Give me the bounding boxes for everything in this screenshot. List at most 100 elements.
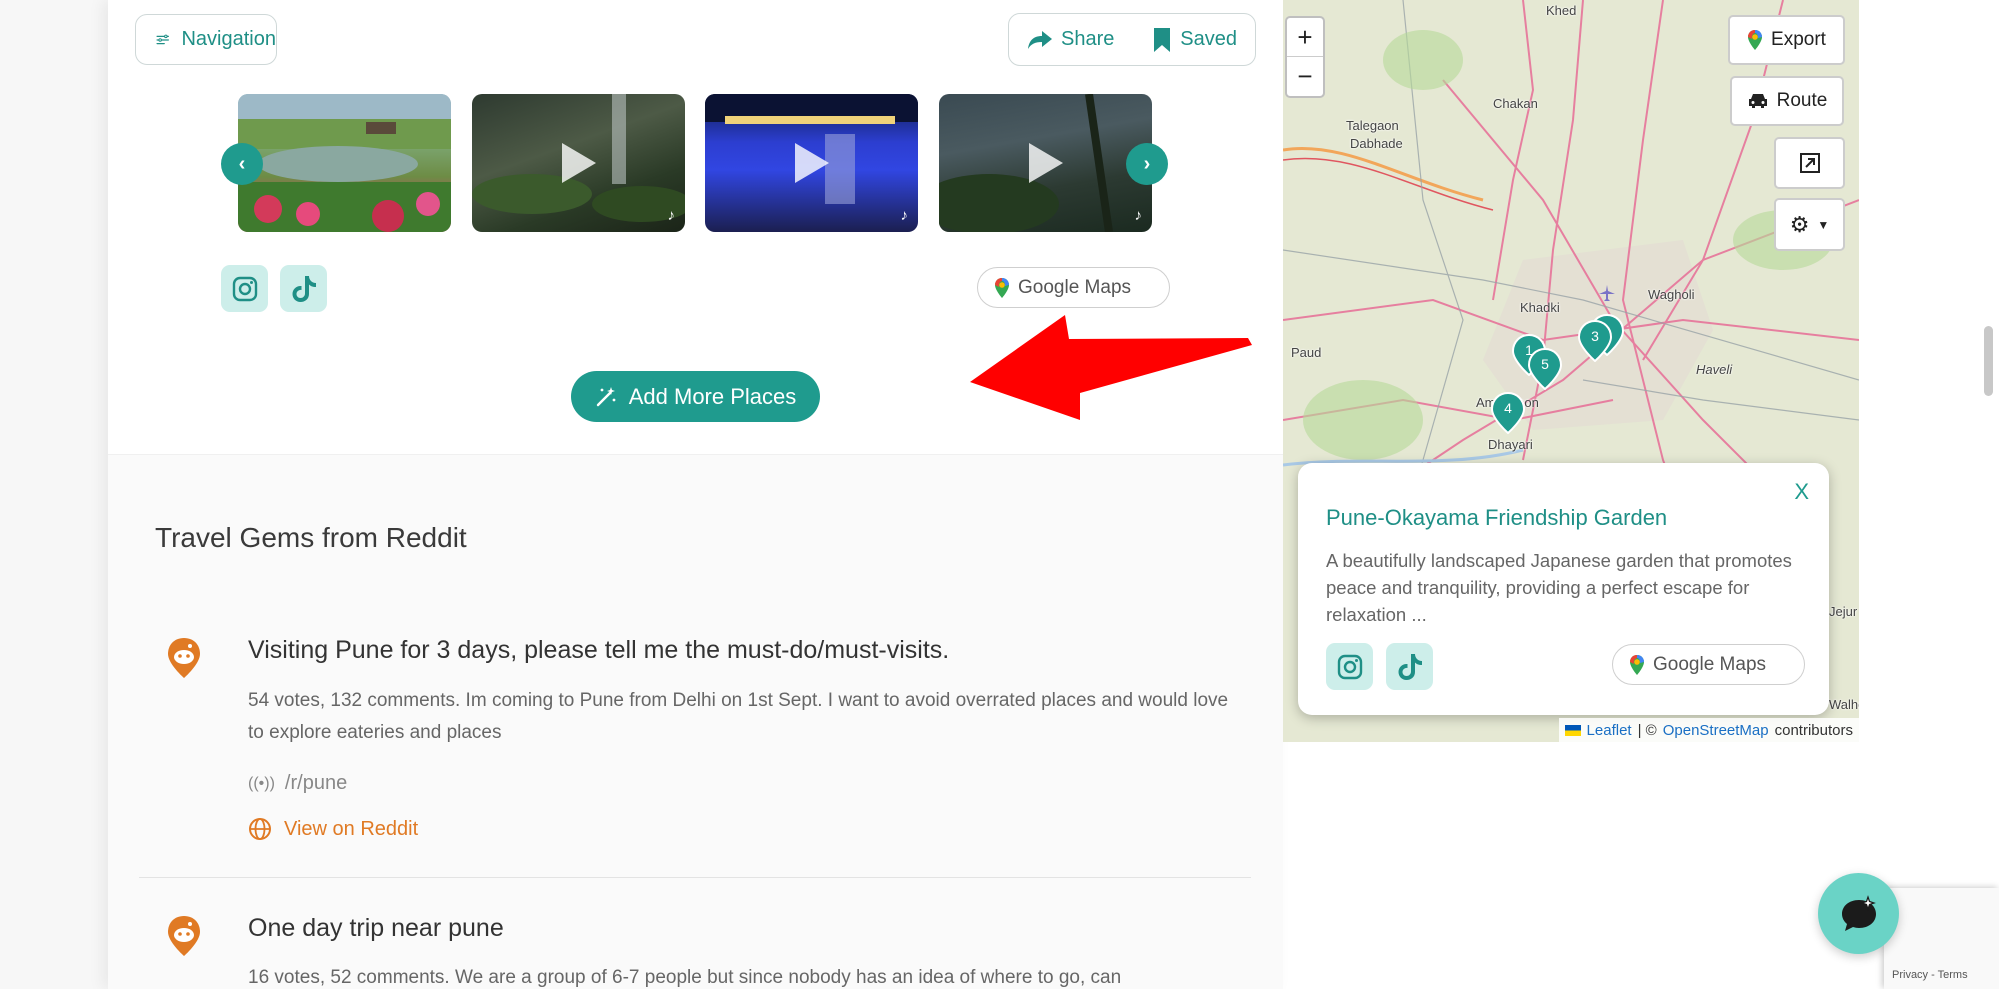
garden-photo: [238, 94, 451, 232]
map-settings-button[interactable]: ⚙ ▼: [1774, 198, 1845, 251]
export-label: Export: [1771, 29, 1826, 50]
google-maps-button[interactable]: Google Maps: [1612, 644, 1805, 685]
caret-down-icon: ▼: [1817, 217, 1830, 232]
reddit-post-body: 16 votes, 52 comments. We are a group of…: [248, 967, 1122, 988]
google-maps-label: Google Maps: [1653, 653, 1767, 675]
openstreetmap-link[interactable]: OpenStreetMap: [1663, 722, 1769, 739]
map-label-chakan: Chakan: [1493, 96, 1538, 111]
popup-description: A beautifully landscaped Japanese garden…: [1326, 550, 1792, 625]
leaflet-link[interactable]: Leaflet: [1587, 722, 1632, 739]
map-label-dabhade: Dabhade: [1350, 136, 1403, 151]
add-more-places-button[interactable]: Add More Places: [571, 371, 820, 422]
map-marker-label: 5: [1541, 356, 1549, 372]
chat-assistant-button[interactable]: [1818, 873, 1899, 954]
reddit-post-title[interactable]: Visiting Pune for 3 days, please tell me…: [248, 636, 949, 665]
google-maps-pin-icon: [1748, 30, 1763, 50]
reddit-post-body: 54 votes, 132 comments. Im coming to Pun…: [248, 690, 1229, 743]
map-label-walhe: Walhe: [1829, 697, 1859, 712]
map-marker-5[interactable]: 5: [1527, 347, 1563, 391]
carousel-image-1[interactable]: [238, 94, 451, 232]
chevron-left-icon: ‹: [238, 152, 246, 175]
recaptcha-terms[interactable]: Privacy - Terms: [1892, 969, 1968, 981]
menu-lines-icon: [156, 34, 170, 44]
map-marker-label: 4: [1504, 400, 1512, 416]
route-button[interactable]: Route: [1730, 76, 1844, 126]
carousel-video-4[interactable]: ♪: [939, 94, 1152, 232]
carousel-prev-button[interactable]: ‹: [221, 143, 263, 185]
instagram-button[interactable]: [221, 265, 268, 312]
map-label-dhayari: Dhayari: [1488, 437, 1533, 452]
zoom-in-button[interactable]: +: [1287, 18, 1323, 57]
share-label: Share: [1061, 28, 1115, 50]
map-marker-label: 3: [1591, 328, 1599, 344]
reddit-icon: [168, 916, 200, 956]
view-on-reddit-link[interactable]: View on Reddit: [248, 817, 418, 841]
recaptcha-badge[interactable]: Privacy - Terms: [1884, 888, 1999, 989]
tiktok-icon: ♪: [1134, 207, 1143, 224]
instagram-button[interactable]: [1326, 643, 1373, 690]
share-button[interactable]: Share: [1027, 28, 1114, 51]
gear-icon: ⚙: [1789, 211, 1810, 237]
map-label-khed: Khed: [1546, 3, 1577, 18]
map-label-jejur: Jejur: [1829, 604, 1858, 619]
carousel-next-button[interactable]: ›: [1126, 143, 1168, 185]
navigation-button[interactable]: Navigation: [135, 14, 277, 65]
map-panel[interactable]: Khed Chakan Talegaon Dabhade Paud Khadki…: [1283, 0, 1859, 742]
reddit-icon: [168, 638, 200, 678]
attribution-separator: | ©: [1637, 721, 1657, 739]
google-maps-pin-icon: [995, 277, 1009, 298]
saved-button[interactable]: Saved: [1152, 27, 1237, 53]
carousel-video-3[interactable]: ♪: [705, 94, 918, 232]
map-marker-4[interactable]: 4: [1490, 391, 1526, 435]
page-scrollbar-thumb[interactable]: [1984, 326, 1993, 396]
play-icon: [794, 143, 829, 183]
share-saved-group: Share Saved: [1008, 13, 1256, 66]
view-on-reddit-label: View on Reddit: [284, 817, 419, 840]
map-marker-3[interactable]: 3: [1577, 319, 1613, 363]
main-content: Navigation Share Saved ♪ ♪ ♪ ‹ › Google …: [108, 0, 1283, 989]
ukraine-flag-icon: [1564, 724, 1581, 736]
chat-sparkle-icon: [1841, 894, 1876, 931]
subreddit-name: /r/pune: [284, 772, 348, 794]
map-label-khadki: Khadki: [1520, 300, 1560, 315]
page-left-gutter: [0, 0, 108, 989]
carousel-video-2[interactable]: ♪: [472, 94, 685, 232]
airport-icon: [1599, 285, 1615, 301]
instagram-icon: [1337, 654, 1362, 679]
reddit-post-title[interactable]: One day trip near pune: [248, 914, 504, 943]
globe-icon: [249, 818, 271, 840]
zoom-out-button[interactable]: −: [1287, 57, 1323, 96]
google-maps-pin-icon: [1630, 654, 1644, 675]
saved-label: Saved: [1180, 28, 1237, 50]
tiktok-icon: [292, 275, 316, 302]
tiktok-button[interactable]: [280, 265, 327, 312]
reddit-section-title: Travel Gems from Reddit: [155, 522, 467, 553]
attribution-contributors: contributors: [1774, 721, 1853, 739]
post-divider: [139, 877, 1251, 878]
popup-close-button[interactable]: X: [1794, 479, 1809, 505]
google-maps-button[interactable]: Google Maps: [977, 267, 1170, 308]
map-label-talegaon: Talegaon: [1346, 118, 1399, 133]
annotation-red-arrow: [970, 315, 1252, 420]
car-icon: [1748, 94, 1767, 108]
play-icon: [1028, 143, 1063, 183]
export-button[interactable]: Export: [1728, 15, 1845, 65]
add-more-places-label: Add More Places: [628, 383, 797, 409]
share-arrow-icon: [1028, 30, 1052, 49]
play-icon: [561, 143, 596, 183]
tiktok-icon: ♪: [900, 207, 909, 224]
tiktok-button[interactable]: [1386, 643, 1433, 690]
subreddit-line: ((•)) /r/pune: [248, 772, 347, 795]
route-label: Route: [1776, 90, 1828, 111]
bookmark-icon: [1154, 27, 1171, 52]
map-label-wagholi: Wagholi: [1648, 287, 1695, 302]
place-popup: X Pune-Okayama Friendship Garden A beaut…: [1298, 463, 1829, 715]
map-label-paud: Paud: [1291, 345, 1322, 360]
map-label-haveli: Haveli: [1696, 362, 1733, 377]
navigation-label: Navigation: [181, 28, 276, 50]
broadcast-icon: ((•)): [248, 774, 275, 792]
chevron-right-icon: ›: [1143, 152, 1151, 175]
expand-map-button[interactable]: [1774, 137, 1845, 189]
tiktok-icon: [1398, 653, 1422, 680]
popup-title[interactable]: Pune-Okayama Friendship Garden: [1326, 505, 1667, 531]
